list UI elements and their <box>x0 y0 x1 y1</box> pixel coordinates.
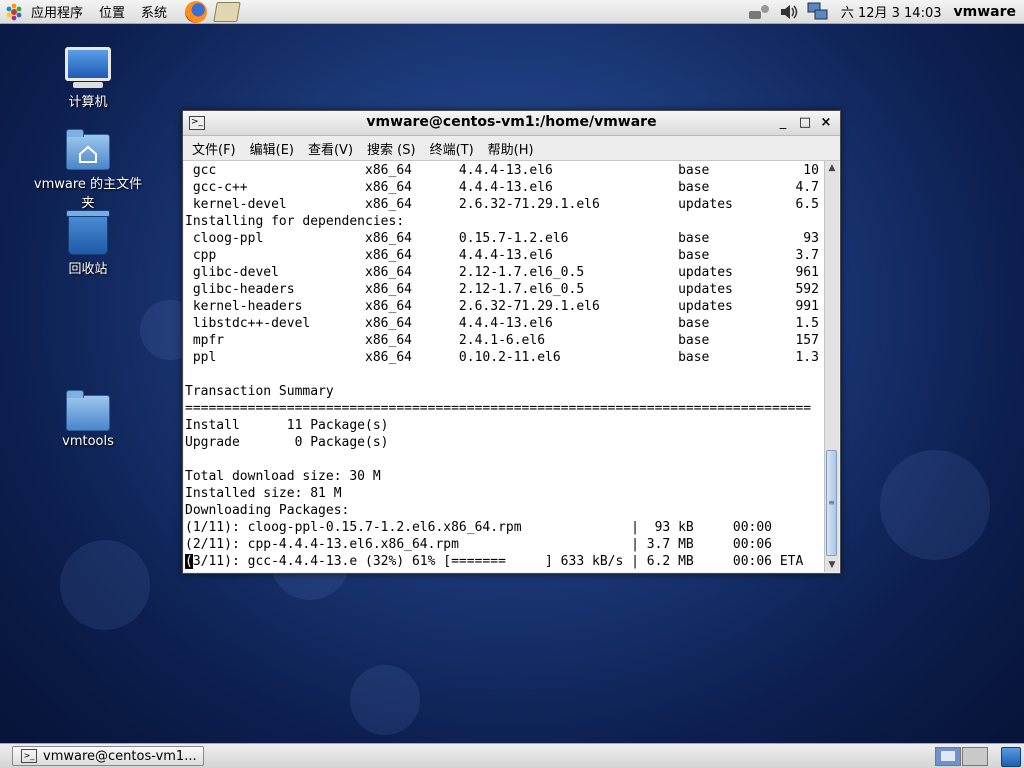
terminal-output[interactable]: gcc x86_64 4.4.4-13.el6 base 10 M gcc-c+… <box>184 161 825 572</box>
close-button[interactable]: × <box>817 114 835 132</box>
menu-search[interactable]: 搜索 (S) <box>360 139 423 158</box>
menu-places[interactable]: 位置 <box>91 2 133 21</box>
window-titlebar[interactable]: >_ vmware@centos-vm1:/home/vmware _ □ × <box>183 111 840 136</box>
background-bokeh <box>880 450 990 560</box>
terminal-window[interactable]: >_ vmware@centos-vm1:/home/vmware _ □ × … <box>182 110 841 574</box>
background-bokeh <box>60 540 150 630</box>
home-folder-icon <box>66 129 110 170</box>
maximize-button[interactable]: □ <box>796 114 814 132</box>
taskbar-terminal-button[interactable]: >_ vmware@centos-vm1... <box>12 746 204 766</box>
network-status-icon[interactable] <box>807 2 829 22</box>
terminal-text: gcc x86_64 4.4.4-13.el6 base 10 M gcc-c+… <box>184 161 825 570</box>
terminal-line: (1/11): cloog-ppl-0.15.7-1.2.el6.x86_64.… <box>185 520 772 535</box>
notes-icon[interactable] <box>213 1 241 22</box>
menu-applications[interactable]: 应用程序 <box>23 2 91 21</box>
desktop-icon-label: vmtools <box>62 434 114 449</box>
terminal-line: Transaction Summary <box>185 384 334 399</box>
workspace-1[interactable] <box>935 747 961 766</box>
folder-icon <box>66 390 110 431</box>
terminal-line: cpp x86_64 4.4.4-13.el6 base 3.7 M <box>192 248 819 263</box>
menu-file[interactable]: 文件(F) <box>185 139 243 158</box>
network-icon[interactable] <box>747 3 771 21</box>
menu-help[interactable]: 帮助(H) <box>481 139 541 158</box>
terminal-progress-line: 3/11): gcc-4.4.4-13.e (32%) 61% [=======… <box>192 554 804 569</box>
terminal-menubar: 文件(F) 编辑(E) 查看(V) 搜索 (S) 终端(T) 帮助(H) <box>183 136 840 161</box>
computer-icon <box>65 47 111 81</box>
volume-icon[interactable] <box>779 3 799 21</box>
trash-icon <box>66 210 110 255</box>
top-panel: 应用程序 位置 系统 六 12月 3 14:03 vmware <box>0 0 1024 24</box>
terminal-lines: gcc x86_64 4.4.4-13.el6 base 10 M gcc-c+… <box>185 163 825 552</box>
terminal-line: Downloading Packages: <box>185 503 350 518</box>
desktop-icon-label: 回收站 <box>68 262 108 277</box>
terminal-line: Upgrade 0 Package(s) <box>185 435 389 450</box>
terminal-cursor: ( <box>185 554 193 569</box>
terminal-line: libstdc++-devel x86_64 4.4.4-13.el6 base… <box>192 316 819 331</box>
desktop-icon-computer[interactable]: 计算机 <box>28 47 148 110</box>
menu-view[interactable]: 查看(V) <box>301 139 360 158</box>
scroll-up-arrow-icon[interactable]: ▲ <box>825 161 839 175</box>
terminal-line: cloog-ppl x86_64 0.15.7-1.2.el6 base 93 … <box>192 231 819 246</box>
desktop-icon-trash[interactable]: 回收站 <box>28 210 148 277</box>
terminal-line: gcc-c++ x86_64 4.4.4-13.el6 base 4.7 M <box>192 180 819 195</box>
terminal-line: glibc-devel x86_64 2.12-1.7.el6_0.5 upda… <box>192 265 819 280</box>
workspace-2[interactable] <box>962 747 988 766</box>
desktop-icon-home[interactable]: vmware 的主文件夹 <box>28 129 148 211</box>
terminal-line: Installed size: 81 M <box>185 486 342 501</box>
menu-terminal[interactable]: 终端(T) <box>423 139 481 158</box>
minimize-button[interactable]: _ <box>774 114 792 132</box>
terminal-line: ========================================… <box>185 401 812 416</box>
scroll-down-arrow-icon[interactable]: ▼ <box>825 558 839 572</box>
monitor-stand <box>73 82 103 88</box>
scrollbar-thumb[interactable]: ≡ <box>826 450 837 556</box>
terminal-line: glibc-headers x86_64 2.12-1.7.el6_0.5 up… <box>192 282 819 297</box>
window-title: vmware@centos-vm1:/home/vmware <box>366 114 657 130</box>
terminal-icon: >_ <box>21 749 37 763</box>
bottom-panel: >_ vmware@centos-vm1... <box>0 743 1024 768</box>
terminal-line: Total download size: 30 M <box>185 469 381 484</box>
terminal-line: Installing for dependencies: <box>185 214 405 229</box>
terminal-line: gcc x86_64 4.4.4-13.el6 base 10 M <box>192 163 819 178</box>
terminal-line: (2/11): cpp-4.4.4-13.el6.x86_64.rpm | 3.… <box>185 537 772 552</box>
desktop-icon-vmtools[interactable]: vmtools <box>28 390 148 449</box>
gnome-foot-icon[interactable] <box>5 3 23 21</box>
desktop-icon-label: vmware 的主文件夹 <box>33 177 143 211</box>
terminal-line: Install 11 Package(s) <box>185 418 389 433</box>
terminal-line: mpfr x86_64 2.4.1-6.el6 base 157 k <box>192 333 819 348</box>
taskbar-task-label: vmware@centos-vm1... <box>43 748 197 764</box>
clock[interactable]: 六 12月 3 14:03 <box>833 2 950 21</box>
terminal-line: kernel-headers x86_64 2.6.32-71.29.1.el6… <box>192 299 819 314</box>
trash-icon[interactable] <box>1001 747 1021 767</box>
background-bokeh <box>350 665 420 735</box>
terminal-line: ppl x86_64 0.10.2-11.el6 base 1.3 M <box>192 350 819 365</box>
terminal-line: kernel-devel x86_64 2.6.32-71.29.1.el6 u… <box>192 197 819 212</box>
menu-edit[interactable]: 编辑(E) <box>243 139 301 158</box>
menu-system[interactable]: 系统 <box>133 2 175 21</box>
terminal-scrollbar[interactable]: ▲ ≡ ▼ <box>824 161 839 572</box>
firefox-icon[interactable] <box>185 0 208 23</box>
desktop-icon-label: 计算机 <box>68 95 108 110</box>
user-name[interactable]: vmware <box>950 4 1024 20</box>
